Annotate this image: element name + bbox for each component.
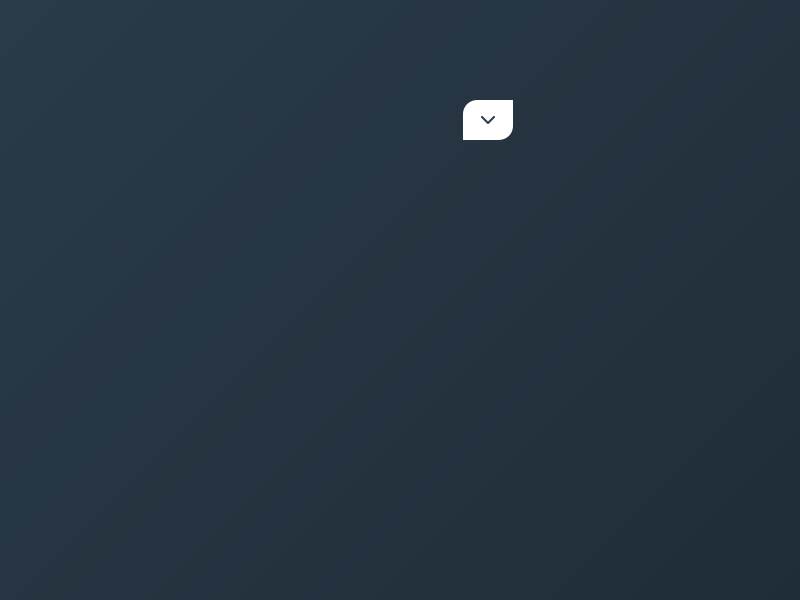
chevron-down-icon (480, 112, 496, 128)
dropdown-button[interactable] (463, 100, 513, 140)
